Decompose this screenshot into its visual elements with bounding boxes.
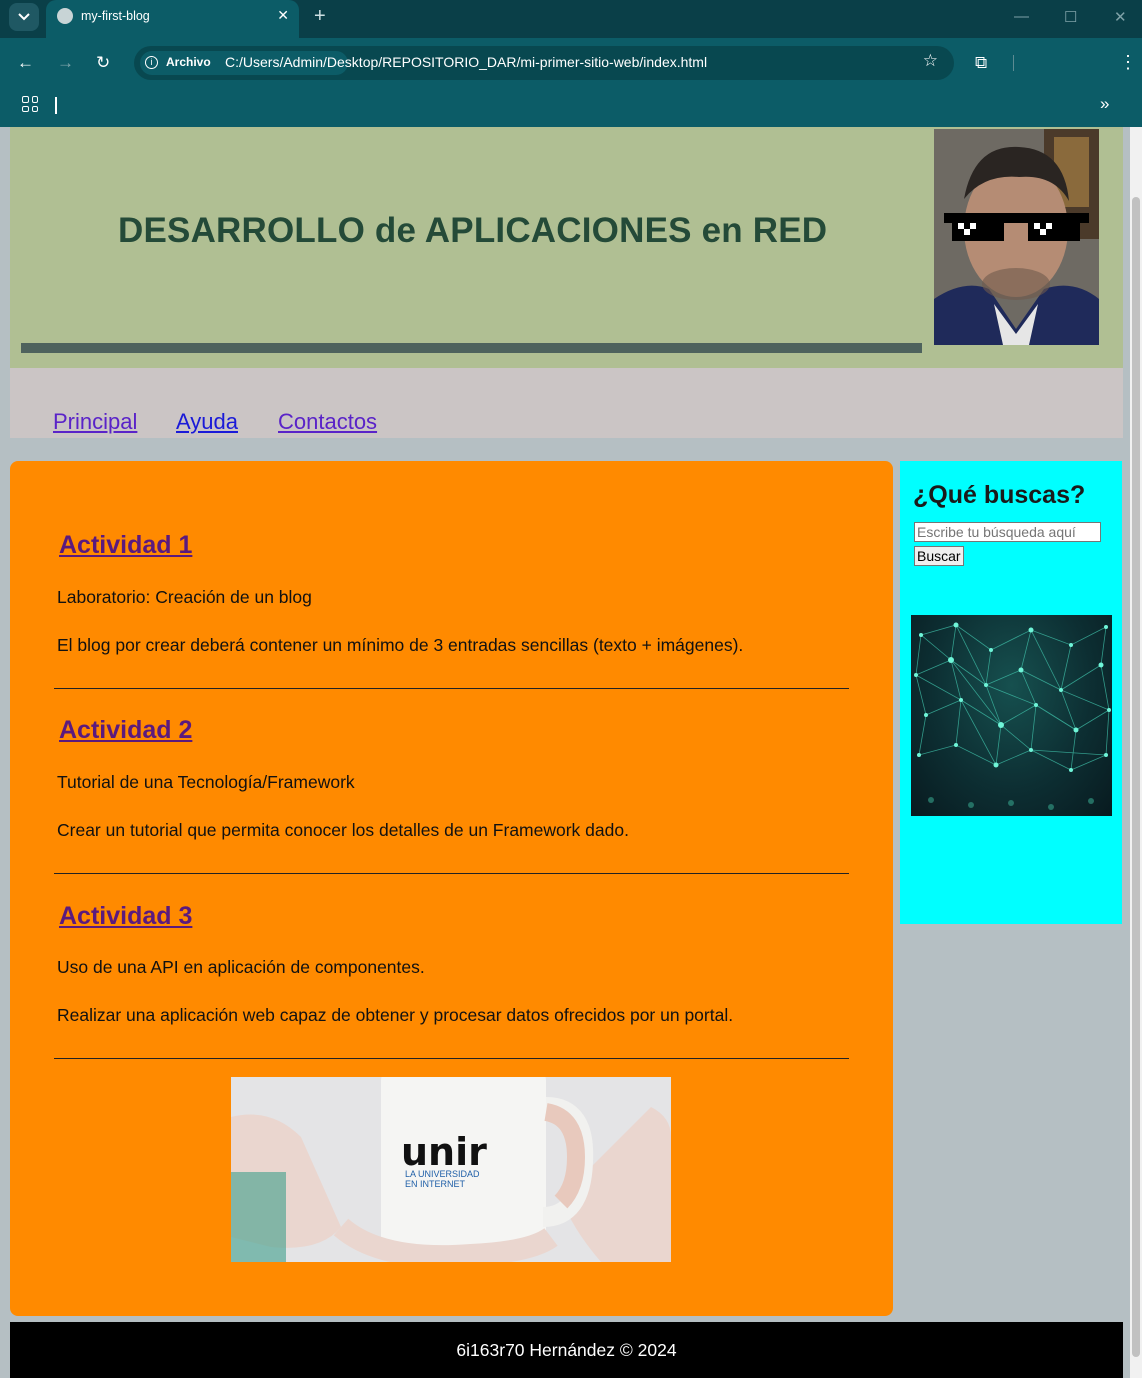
activity-2-subtitle: Tutorial de una Tecnología/Framework	[57, 772, 355, 792]
activity-3-subtitle: Uso de una API en aplicación de componen…	[57, 957, 425, 977]
mug-brand-text: unir	[401, 1130, 487, 1174]
extensions-icon[interactable]: ⧉	[975, 53, 987, 73]
back-arrow-icon[interactable]: ←	[17, 53, 34, 73]
reload-icon[interactable]: ↻	[96, 53, 110, 73]
search-button[interactable]: Buscar	[914, 546, 964, 566]
search-input[interactable]	[914, 522, 1101, 542]
unir-mug-image: unir LA UNIVERSIDAD EN INTERNET	[231, 1077, 671, 1262]
activity-divider	[54, 1058, 849, 1059]
footer-copyright: 6i163r70 Hernández © 2024	[456, 1340, 677, 1360]
maximize-icon[interactable]: ☐	[1064, 8, 1077, 26]
forward-arrow-icon[interactable]: →	[57, 53, 74, 73]
tab-search-button[interactable]	[9, 3, 39, 31]
site-title: DESARROLLO de APLICACIONES en RED	[118, 211, 828, 250]
browser-tab[interactable]: my-first-blog ✕	[46, 0, 299, 38]
activity-1-title[interactable]: Actividad 1	[59, 531, 192, 560]
main-content: Actividad 1 Laboratorio: Creación de un …	[10, 461, 893, 1316]
network-image	[911, 615, 1112, 816]
search-sidebar: ¿Qué buscas? Buscar	[900, 461, 1122, 924]
nav-link-principal[interactable]: Principal	[53, 409, 137, 435]
site-footer: 6i163r70 Hernández © 2024	[10, 1322, 1123, 1378]
minimize-icon[interactable]: —	[1014, 8, 1029, 25]
page-scrollbar[interactable]	[1130, 127, 1142, 1378]
close-tab-icon[interactable]: ✕	[277, 7, 289, 24]
new-tab-button[interactable]: +	[314, 5, 326, 28]
scrollbar-thumb[interactable]	[1132, 197, 1140, 1357]
header-divider-bar	[21, 343, 922, 353]
info-icon: i	[145, 56, 158, 69]
mug-tagline-2: EN INTERNET	[405, 1179, 466, 1189]
more-bookmarks-icon[interactable]: »	[1100, 94, 1109, 114]
apps-grid-icon[interactable]	[22, 96, 38, 112]
nav-link-contactos[interactable]: Contactos	[278, 409, 377, 435]
activity-divider	[54, 873, 849, 874]
menu-kebab-icon[interactable]: ⋮	[1119, 52, 1137, 73]
site-nav: Principal Ayuda Contactos	[10, 368, 1123, 438]
page-viewport: DESARROLLO de APLICACIONES en RED Princi…	[0, 127, 1130, 1378]
sidebar-title: ¿Qué buscas?	[913, 481, 1086, 509]
security-chip-label: Archivo	[166, 55, 211, 69]
globe-icon	[57, 8, 73, 24]
chevron-down-icon	[18, 13, 30, 21]
activity-3-title[interactable]: Actividad 3	[59, 902, 192, 931]
tab-strip: my-first-blog ✕ + — ☐ ✕	[0, 0, 1142, 38]
bookmarks-bar: »	[0, 88, 1142, 127]
tab-title: my-first-blog	[81, 9, 150, 23]
mug-tagline-1: LA UNIVERSIDAD	[405, 1169, 480, 1179]
url-text[interactable]: C:/Users/Admin/Desktop/REPOSITORIO_DAR/m…	[225, 54, 707, 70]
activity-2-title[interactable]: Actividad 2	[59, 716, 192, 745]
bookmark-star-icon[interactable]: ☆	[923, 51, 938, 71]
activity-3-description: Realizar una aplicación web capaz de obt…	[57, 1005, 734, 1025]
activity-2-description: Crear un tutorial que permita conocer lo…	[57, 820, 629, 840]
close-window-icon[interactable]: ✕	[1114, 8, 1127, 26]
toolbar-divider	[1013, 55, 1014, 71]
activity-1-subtitle: Laboratorio: Creación de un blog	[57, 587, 312, 607]
activity-1-description: El blog por crear deberá contener un mín…	[57, 635, 744, 655]
address-bar[interactable]: i Archivo C:/Users/Admin/Desktop/REPOSIT…	[134, 46, 954, 80]
site-header: DESARROLLO de APLICACIONES en RED	[10, 127, 1123, 368]
activity-divider	[54, 688, 849, 689]
browser-toolbar: ← → ↻ i Archivo C:/Users/Admin/Desktop/R…	[0, 38, 1142, 88]
bookmarks-divider	[55, 97, 57, 114]
author-avatar	[934, 129, 1099, 345]
nav-link-ayuda[interactable]: Ayuda	[176, 409, 238, 435]
